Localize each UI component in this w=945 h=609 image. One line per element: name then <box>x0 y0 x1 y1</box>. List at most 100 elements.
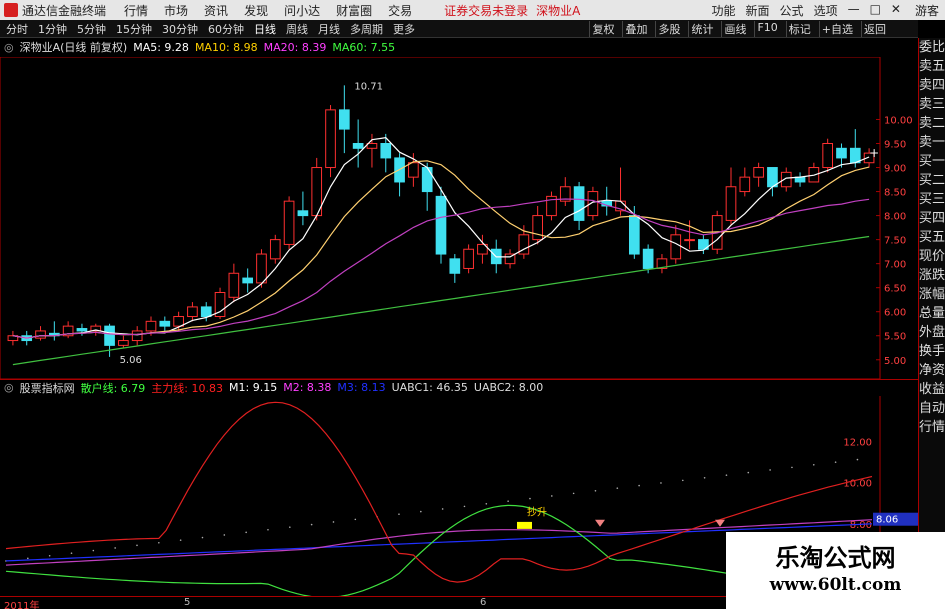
tool-button-7[interactable]: +自选 <box>818 20 855 37</box>
side-tab-7[interactable]: 买二 <box>919 171 945 190</box>
menu-new-page[interactable]: 新面 <box>746 2 770 19</box>
candle-body <box>228 272 240 298</box>
low-price-label: 5.06 <box>120 355 142 366</box>
tool-button-0[interactable]: 复权 <box>589 20 616 37</box>
candle-body <box>449 258 461 274</box>
uabc-dot <box>725 474 728 476</box>
window-close-icon[interactable]: ✕ <box>891 2 901 19</box>
indicator-tick-label: 8.00 <box>850 520 872 531</box>
watermark-url: www.60lt.com <box>769 575 902 595</box>
tool-button-1[interactable]: 叠加 <box>622 20 649 37</box>
candle-body <box>131 330 143 342</box>
menu-item-trade[interactable]: 交易 <box>388 2 412 19</box>
side-tab-9[interactable]: 买四 <box>919 209 945 228</box>
indicator-settings-icon[interactable]: ◎ <box>4 381 14 394</box>
candle-body <box>753 167 764 178</box>
period-tab-4[interactable]: 30分钟 <box>162 21 198 37</box>
candle-body <box>35 330 46 339</box>
uabc-dot <box>572 492 575 495</box>
stock-name: 深物业A <box>536 3 581 18</box>
side-tab-2[interactable]: 卖四 <box>919 76 945 95</box>
menu-formula[interactable]: 公式 <box>780 2 804 19</box>
candle-body <box>836 147 847 159</box>
candle-body <box>849 147 861 164</box>
price-tick-label: 6.00 <box>884 308 906 319</box>
candle-body <box>118 340 129 346</box>
candle-body <box>269 239 281 260</box>
period-tab-3[interactable]: 15分钟 <box>116 21 152 37</box>
side-tab-17[interactable]: 净资 <box>919 361 945 380</box>
period-tab-2[interactable]: 5分钟 <box>77 21 106 37</box>
period-tab-0[interactable]: 分时 <box>6 21 28 37</box>
app-window: 通达信金融终端 行情 市场 资讯 发现 问小达 财富圈 交易 证券交易未登录 深… <box>0 0 945 609</box>
tool-button-8[interactable]: 返回 <box>861 20 888 37</box>
period-tab-10[interactable]: 更多 <box>393 21 415 37</box>
uabc-dot <box>550 495 553 497</box>
side-tab-13[interactable]: 涨幅 <box>919 285 945 304</box>
side-tab-19[interactable]: 自动 <box>919 399 945 418</box>
menu-item-ask[interactable]: 问小达 <box>284 2 320 19</box>
chart-tools: 复权 叠加 多股 统计 画线 F10 标记 +自选 返回 <box>583 20 888 37</box>
menu-item-discover[interactable]: 发现 <box>244 2 268 19</box>
guest-label[interactable]: 游客 <box>915 2 939 19</box>
x-label-june: 6 <box>480 597 487 608</box>
side-tab-14[interactable]: 总量 <box>919 304 945 323</box>
ma60-value: MA60: 7.55 <box>332 40 396 54</box>
period-tab-6[interactable]: 日线 <box>254 21 276 37</box>
retail-line-value: 散户线: 6.79 <box>80 381 146 395</box>
menu-item-community[interactable]: 财富圈 <box>336 2 372 19</box>
uabc-dot <box>769 469 771 471</box>
tool-button-5[interactable]: F10 <box>754 20 779 37</box>
side-tab-4[interactable]: 卖二 <box>919 114 945 133</box>
tool-button-6[interactable]: 标记 <box>785 20 813 37</box>
uabc-dot <box>114 547 116 549</box>
candle-body <box>408 162 419 178</box>
side-tab-1[interactable]: 卖五 <box>919 57 945 76</box>
tool-button-4[interactable]: 画线 <box>721 20 748 37</box>
login-warning[interactable]: 证券交易未登录 <box>444 2 528 19</box>
side-tab-12[interactable]: 涨跌 <box>919 266 945 285</box>
side-tab-3[interactable]: 卖三 <box>919 95 945 114</box>
main-force-line-value: 主力线: 10.83 <box>151 381 224 395</box>
menu-options[interactable]: 选项 <box>814 2 838 19</box>
candle-body <box>200 306 212 318</box>
period-tab-5[interactable]: 60分钟 <box>208 21 244 37</box>
period-tab-8[interactable]: 月线 <box>318 21 340 37</box>
candle-body <box>435 195 447 255</box>
uabc-dot <box>660 482 662 484</box>
price-tick-label: 10.00 <box>884 115 913 126</box>
window-minimize-icon[interactable]: — <box>848 2 860 19</box>
side-tab-8[interactable]: 买三 <box>919 190 945 209</box>
candlestick-chart[interactable]: 10.00 9.50 9.00 8.50 8.00 7.50 7.00 6.50 6.00 5.5… <box>0 57 918 379</box>
side-tab-16[interactable]: 换手 <box>919 342 945 361</box>
uabc-dot <box>791 466 793 469</box>
uabc-dot <box>267 528 269 531</box>
period-tab-9[interactable]: 多周期 <box>350 21 383 37</box>
uabc-dot <box>703 476 706 479</box>
menu-item-market[interactable]: 市场 <box>164 2 188 19</box>
tool-button-2[interactable]: 多股 <box>655 20 682 37</box>
side-tab-10[interactable]: 买五 <box>919 228 945 247</box>
side-tab-20[interactable]: 行情 <box>919 418 945 437</box>
main-settings-icon[interactable]: ◎ <box>4 41 14 54</box>
side-tab-5[interactable]: 卖一 <box>919 133 945 152</box>
period-tab-1[interactable]: 1分钟 <box>38 21 67 37</box>
period-tab-7[interactable]: 周线 <box>286 21 308 37</box>
side-tab-18[interactable]: 收益 <box>919 380 945 399</box>
side-tab-0[interactable]: 委比 <box>919 38 945 57</box>
candle-body <box>629 215 640 255</box>
watermark: 乐淘公式网 www.60lt.com <box>726 532 945 609</box>
tool-button-3[interactable]: 统计 <box>688 20 715 37</box>
side-tab-15[interactable]: 外盘 <box>919 323 945 342</box>
side-tab-11[interactable]: 现价 <box>919 247 945 266</box>
side-tab-6[interactable]: 买一 <box>919 152 945 171</box>
window-maximize-icon[interactable]: □ <box>870 2 881 19</box>
app-logo-icon <box>4 3 18 17</box>
ma5-value: MA5: 9.28 <box>133 40 189 54</box>
menu-item-news[interactable]: 资讯 <box>204 2 228 19</box>
candle-body <box>725 186 737 221</box>
main-legend: ◎ 深物业A(日线 前复权) MA5: 9.28 MA10: 8.98 MA20… <box>0 39 918 55</box>
menu-function[interactable]: 功能 <box>712 2 736 19</box>
uabc-dot <box>27 557 29 560</box>
menu-item-quotes[interactable]: 行情 <box>124 2 148 19</box>
